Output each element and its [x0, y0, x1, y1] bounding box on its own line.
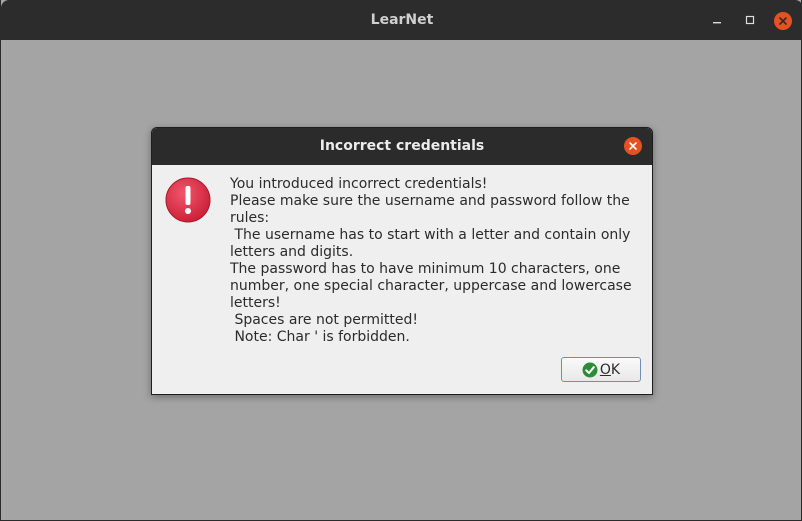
maximize-button[interactable]: [741, 11, 759, 29]
message-line: Note: Char ' is forbidden.: [230, 329, 410, 345]
message-line: The password has to have minimum 10 char…: [230, 261, 637, 311]
minimize-icon: [713, 22, 721, 24]
dialog-close-button[interactable]: [624, 137, 642, 155]
window-titlebar[interactable]: LearNet: [1, 0, 802, 40]
message-line: The username has to start with a letter …: [230, 227, 635, 260]
minimize-button[interactable]: [708, 11, 726, 29]
close-icon: [779, 17, 787, 25]
ok-button-label: OK: [600, 362, 620, 378]
dialog-message: You introduced incorrect credentials! Pl…: [230, 176, 640, 346]
message-line: Spaces are not permitted!: [230, 312, 418, 328]
ok-label-rest: K: [610, 361, 621, 378]
error-icon: [165, 177, 211, 223]
window-title: LearNet: [370, 12, 434, 28]
app-window: LearNet Incorrect credentials You introd…: [0, 0, 802, 521]
dialog-title: Incorrect credentials: [319, 138, 485, 154]
ok-mnemonic: O: [599, 361, 611, 378]
dialog-titlebar[interactable]: Incorrect credentials: [152, 128, 652, 165]
close-window-button[interactable]: [774, 12, 792, 30]
error-dialog: Incorrect credentials You introduced inc…: [151, 127, 653, 395]
check-icon: [582, 362, 598, 377]
ok-button[interactable]: OK: [561, 357, 641, 382]
message-line: You introduced incorrect credentials!: [230, 176, 488, 192]
close-icon: [629, 142, 637, 150]
maximize-icon: [745, 15, 755, 25]
message-line: Please make sure the username and passwo…: [230, 193, 635, 226]
